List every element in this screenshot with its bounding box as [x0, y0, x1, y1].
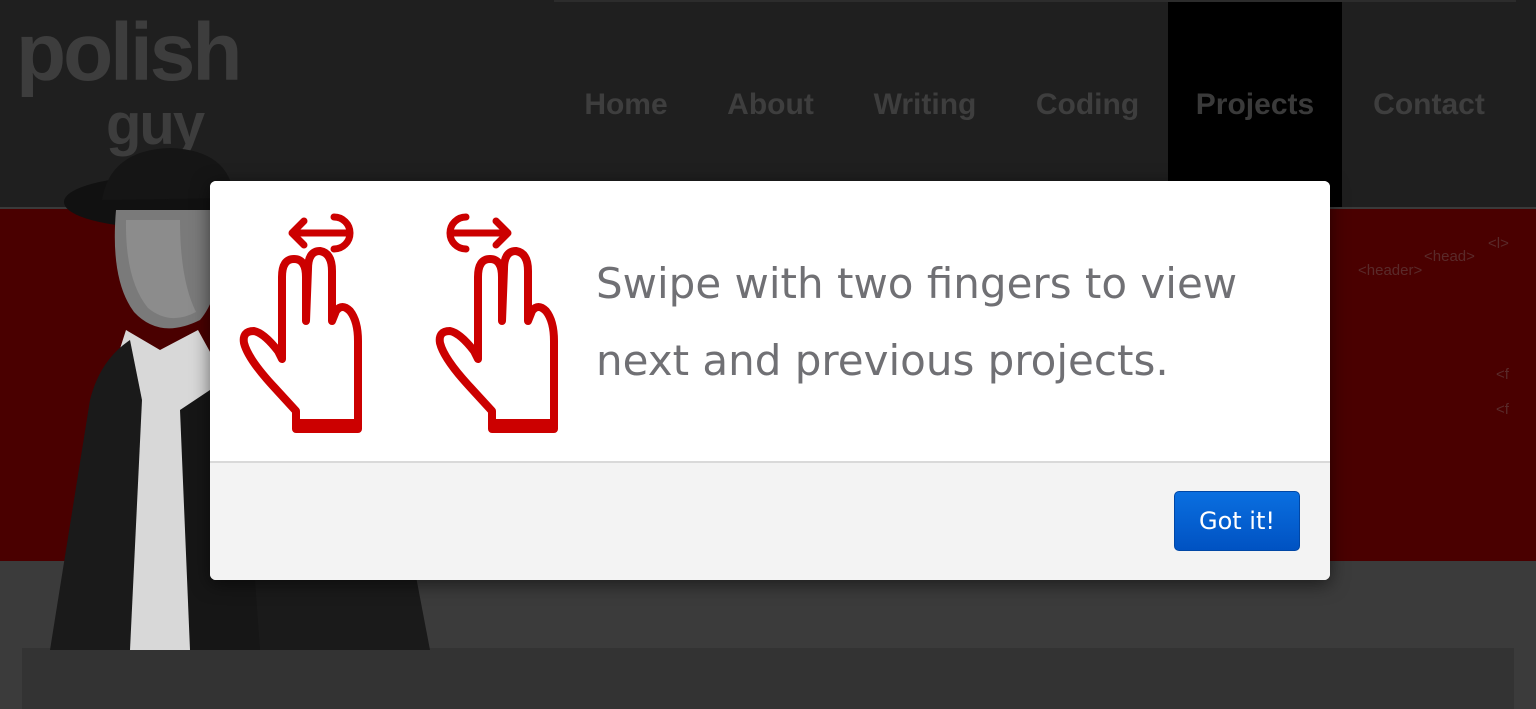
two-finger-swipe-left-icon [239, 213, 362, 433]
swipe-instruction-text: Swipe with two fingers to view next and … [596, 259, 1238, 385]
dialog-body: Swipe with two fingers to view next and … [210, 181, 1330, 463]
got-it-button[interactable]: Got it! [1174, 491, 1300, 551]
swipe-hint-dialog: Swipe with two fingers to view next and … [210, 181, 1330, 580]
dialog-footer: Got it! [210, 463, 1330, 580]
two-finger-swipe-right-icon [435, 213, 558, 433]
